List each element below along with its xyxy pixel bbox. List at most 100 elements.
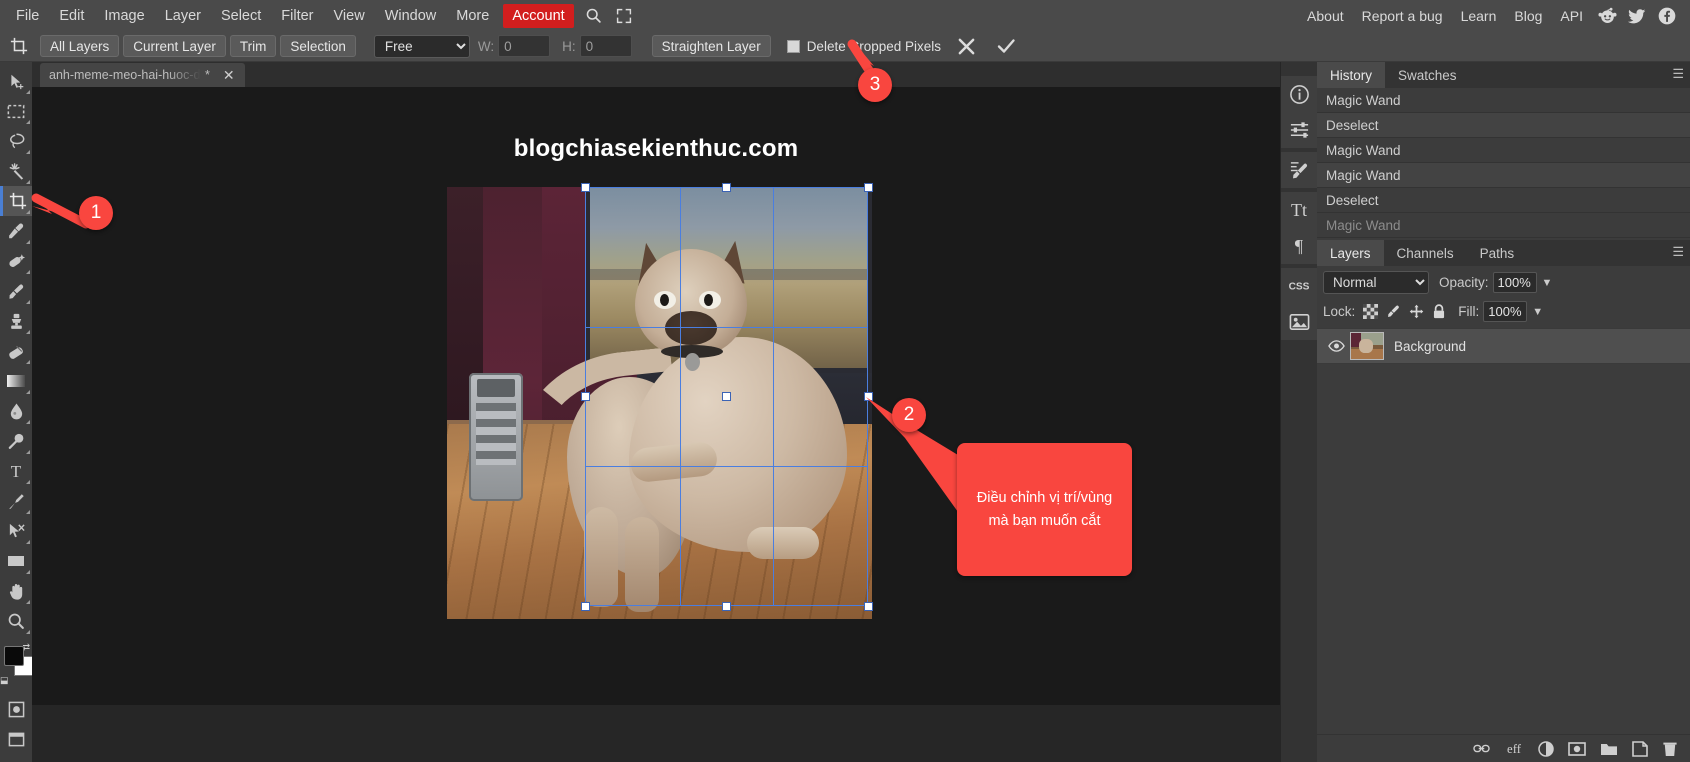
document-tab[interactable]: anh-meme-meo-hai-huoc-de-th * ✕ (40, 63, 245, 87)
brush-lock-icon[interactable] (1386, 304, 1401, 319)
new-layer-icon[interactable] (1632, 740, 1648, 757)
facebook-icon[interactable] (1652, 0, 1682, 31)
canvas-viewport[interactable]: blogchiasekienthuc.com (32, 87, 1280, 705)
eye-icon[interactable] (1325, 340, 1347, 352)
history-item[interactable]: Deselect (1317, 188, 1690, 213)
history-item[interactable]: Magic Wand (1317, 138, 1690, 163)
canvas-image[interactable] (447, 187, 872, 619)
search-icon[interactable] (580, 3, 608, 29)
type-tool[interactable]: T (0, 456, 32, 486)
foreground-color-swatch[interactable] (4, 646, 24, 666)
menu-item-file[interactable]: File (6, 4, 49, 28)
layer-effects-icon[interactable]: eff (1504, 741, 1524, 756)
screen-mode-tool[interactable] (0, 724, 32, 754)
magic-wand-tool[interactable] (0, 156, 32, 186)
twitter-icon[interactable] (1622, 0, 1652, 31)
healing-brush-tool[interactable] (0, 246, 32, 276)
chevron-down-icon[interactable]: ▼ (1532, 306, 1543, 318)
crop-width-input[interactable] (498, 35, 551, 57)
menu-item-filter[interactable]: Filter (271, 4, 323, 28)
menu-item-view[interactable]: View (324, 4, 375, 28)
blend-mode-select[interactable]: Normal (1323, 271, 1429, 294)
tab-paths[interactable]: Paths (1466, 240, 1528, 266)
character-type-icon[interactable]: Tt (1281, 192, 1317, 228)
cancel-crop-button[interactable] (951, 32, 981, 60)
link-layers-icon[interactable] (1473, 743, 1490, 754)
history-item[interactable]: Magic Wand (1317, 163, 1690, 188)
delete-cropped-pixels-checkbox[interactable]: Delete Cropped Pixels (786, 39, 941, 54)
delete-layer-icon[interactable] (1662, 741, 1678, 757)
menu-item-select[interactable]: Select (211, 4, 271, 28)
eyedropper-tool[interactable] (0, 216, 32, 246)
chevron-down-icon[interactable]: ▼ (1542, 277, 1553, 289)
path-select-tool[interactable] (0, 516, 32, 546)
adjustments-sliders-icon[interactable] (1281, 112, 1317, 148)
paragraph-icon[interactable]: ¶ (1281, 228, 1317, 264)
menu-item-edit[interactable]: Edit (49, 4, 94, 28)
history-item[interactable]: Deselect (1317, 113, 1690, 138)
shape-tool[interactable] (0, 546, 32, 576)
crop-ratio-select[interactable]: Free (373, 34, 470, 58)
info-circle-icon[interactable] (1281, 76, 1317, 112)
current-layer-button[interactable]: Current Layer (123, 35, 226, 57)
quick-mask-tool[interactable] (0, 694, 32, 724)
menu-item-image[interactable]: Image (94, 4, 154, 28)
crop-height-input[interactable] (579, 35, 632, 57)
link-blog[interactable]: Blog (1505, 4, 1551, 28)
layers-list[interactable]: Background (1317, 328, 1690, 646)
hamburger-menu-icon[interactable]: ☰ (1672, 244, 1684, 260)
transparency-lock-icon[interactable] (1363, 304, 1379, 319)
reset-colors-icon[interactable]: ⬓ (0, 675, 9, 686)
checkbox-box[interactable] (786, 39, 800, 53)
rectangular-marquee-tool[interactable] (0, 96, 32, 126)
clone-stamp-tool[interactable] (0, 306, 32, 336)
blur-tool[interactable] (0, 396, 32, 426)
opacity-input[interactable] (1492, 272, 1537, 293)
link-report-a-bug[interactable]: Report a bug (1353, 4, 1452, 28)
adjustment-layer-icon[interactable] (1538, 740, 1554, 757)
new-group-icon[interactable] (1600, 742, 1618, 756)
hand-tool[interactable] (0, 576, 32, 606)
all-layers-button[interactable]: All Layers (40, 35, 120, 57)
menu-item-window[interactable]: Window (375, 4, 447, 28)
link-learn[interactable]: Learn (1452, 4, 1506, 28)
hamburger-menu-icon[interactable]: ☰ (1672, 66, 1684, 82)
reddit-icon[interactable] (1592, 0, 1622, 31)
crop-tool[interactable] (0, 186, 32, 216)
selection-button[interactable]: Selection (280, 35, 356, 57)
menu-item-more[interactable]: More (446, 4, 499, 28)
all-lock-icon[interactable] (1432, 304, 1446, 319)
zoom-tool[interactable] (0, 606, 32, 636)
tab-layers[interactable]: Layers (1317, 240, 1384, 266)
layer-row-background[interactable]: Background (1317, 328, 1690, 364)
history-item[interactable]: Magic Wand (1317, 88, 1690, 113)
move-lock-icon[interactable] (1409, 304, 1424, 319)
close-icon[interactable]: ✕ (219, 67, 239, 84)
pen-tool[interactable] (0, 486, 32, 516)
menu-item-account[interactable]: Account (503, 3, 574, 28)
trim-button[interactable]: Trim (229, 35, 277, 57)
gradient-tool[interactable] (0, 366, 32, 396)
color-swatches[interactable]: ⇄ ⬓ (0, 642, 34, 686)
image-icon[interactable] (1281, 304, 1317, 340)
fill-input[interactable] (1483, 301, 1528, 322)
menu-item-layer[interactable]: Layer (155, 4, 211, 28)
lasso-tool[interactable] (0, 126, 32, 156)
css-icon[interactable]: CSS (1281, 268, 1317, 304)
brush-tool[interactable] (0, 276, 32, 306)
eraser-tool[interactable] (0, 336, 32, 366)
tab-swatches[interactable]: Swatches (1385, 62, 1470, 88)
straighten-layer-button[interactable]: Straighten Layer (651, 35, 771, 57)
fullscreen-icon[interactable] (610, 3, 638, 29)
link-api[interactable]: API (1551, 4, 1592, 28)
dodge-tool[interactable] (0, 426, 32, 456)
tab-channels[interactable]: Channels (1383, 240, 1467, 266)
layer-mask-icon[interactable] (1568, 741, 1586, 756)
history-list[interactable]: Magic Wand Deselect Magic Wand Magic Wan… (1317, 88, 1690, 238)
tab-history[interactable]: History (1317, 62, 1386, 88)
move-tool[interactable] (0, 66, 32, 96)
history-item[interactable]: Magic Wand (1317, 213, 1690, 238)
confirm-crop-button[interactable] (991, 32, 1021, 60)
brush-settings-icon[interactable] (1281, 152, 1317, 188)
link-about[interactable]: About (1298, 4, 1353, 28)
